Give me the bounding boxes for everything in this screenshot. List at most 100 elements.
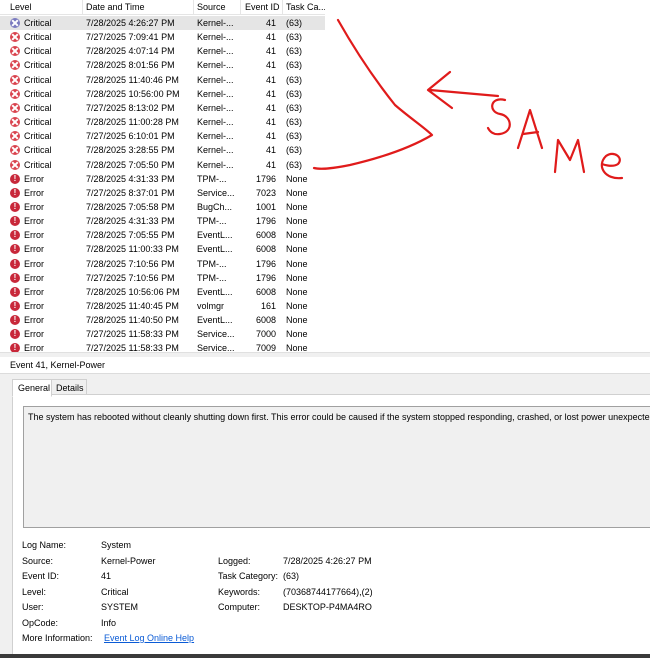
level-cell: Critical — [24, 102, 52, 113]
table-row[interactable]: Critical 7/28/2025 10:56:00 PM Kernel-... 4… — [0, 87, 325, 101]
table-row[interactable]: ! Error 7/27/2025 11:58:33 PM Service... 700… — [0, 341, 325, 352]
date-cell: 7/28/2025 4:07:14 PM — [86, 46, 175, 57]
computer-label: Computer: — [218, 602, 261, 612]
date-cell: 7/28/2025 4:31:33 PM — [86, 216, 175, 227]
table-row[interactable]: Critical 7/28/2025 3:28:55 PM Kernel-... 41… — [0, 143, 325, 157]
source-cell: Kernel-... — [197, 88, 234, 99]
error-icon: ! — [10, 343, 20, 352]
level-cell: Critical — [24, 117, 52, 128]
column-header-event-id[interactable]: Event ID — [245, 2, 280, 12]
level-cell: Error — [24, 230, 44, 241]
event-description: The system has rebooted without cleanly … — [28, 412, 650, 422]
column-header-date[interactable]: Date and Time — [86, 2, 145, 12]
table-row[interactable]: ! Error 7/28/2025 7:05:58 PM BugCh... 1001 No… — [0, 200, 325, 214]
date-cell: 7/27/2025 6:10:01 PM — [86, 131, 175, 142]
keywords-label: Keywords: — [218, 587, 261, 597]
event-id-cell: 6008 — [255, 244, 276, 255]
task-category-cell: None — [286, 216, 308, 227]
event-description-box[interactable]: The system has rebooted without cleanly … — [23, 406, 650, 528]
table-row[interactable]: ! Error 7/28/2025 11:00:33 PM EventL... 6008… — [0, 242, 325, 256]
table-row[interactable]: Critical 7/28/2025 7:05:50 PM Kernel-... 41… — [0, 158, 325, 172]
event-id-cell: 41 — [265, 117, 276, 128]
task-category-cell: None — [286, 343, 308, 352]
date-cell: 7/28/2025 4:26:27 PM — [86, 18, 175, 28]
column-header-level[interactable]: Level — [10, 2, 32, 12]
task-category-cell: None — [286, 301, 308, 311]
table-row[interactable]: ! Error 7/27/2025 11:58:33 PM Service... 700… — [0, 327, 325, 341]
level-cell: Error — [24, 244, 44, 255]
level-cell: Error — [24, 272, 44, 283]
logged-label: Logged: — [218, 556, 251, 566]
table-row[interactable]: ! Error 7/28/2025 10:56:06 PM EventL... 6008… — [0, 285, 325, 299]
error-icon: ! — [10, 286, 20, 297]
table-row[interactable]: ! Error 7/27/2025 7:10:56 PM TPM-... 1796 Non… — [0, 271, 325, 285]
task-category-cell: (63) — [286, 159, 303, 170]
date-cell: 7/28/2025 11:40:50 PM — [86, 315, 179, 326]
log-name-label: Log Name: — [22, 540, 67, 550]
level-cell: Error — [24, 329, 44, 340]
column-header-source[interactable]: Source — [197, 2, 226, 12]
date-cell: 7/28/2025 10:56:00 PM — [86, 88, 180, 99]
task-category-cell: None — [286, 173, 308, 184]
level-cell: Critical — [24, 131, 52, 142]
keywords-value: (70368744177664),(2) — [283, 587, 373, 597]
table-row[interactable]: Critical 7/27/2025 8:13:02 PM Kernel-... 41… — [0, 101, 325, 115]
task-category-cell: None — [286, 272, 308, 283]
event-id-cell: 1796 — [255, 272, 276, 283]
table-row[interactable]: Critical 7/28/2025 11:40:46 PM Kernel-... 4… — [0, 73, 325, 87]
source-cell: Service... — [197, 187, 235, 198]
level-cell: Error — [24, 216, 44, 227]
critical-icon — [10, 145, 20, 156]
task-category-value: (63) — [283, 571, 300, 581]
event-log-online-help-link[interactable]: Event Log Online Help — [104, 633, 194, 643]
table-row[interactable]: ! Error 7/28/2025 4:31:33 PM TPM-... 1796 Non… — [0, 172, 325, 186]
event-id-cell: 41 — [265, 131, 276, 142]
source-cell: EventL... — [197, 315, 233, 326]
table-row[interactable]: Critical 7/27/2025 6:10:01 PM Kernel-... 41… — [0, 129, 325, 143]
tab-general[interactable]: General — [12, 379, 52, 397]
table-row[interactable]: ! Error 7/28/2025 11:40:50 PM EventL... 6008… — [0, 313, 325, 327]
error-icon: ! — [10, 301, 20, 311]
date-cell: 7/28/2025 10:56:06 PM — [86, 286, 180, 297]
task-category-cell: None — [286, 187, 308, 198]
date-cell: 7/27/2025 11:58:33 PM — [86, 343, 179, 352]
task-category-cell: (63) — [286, 131, 303, 142]
table-row[interactable]: Critical 7/28/2025 4:26:27 PM Kernel-... 41… — [0, 16, 325, 30]
event-list[interactable]: Level Date and Time Source Event ID Task… — [0, 0, 325, 352]
source-cell: TPM-... — [197, 258, 227, 269]
source-cell: Kernel-... — [197, 46, 234, 57]
table-row[interactable]: ! Error 7/28/2025 7:10:56 PM TPM-... 1796 Non… — [0, 257, 325, 271]
task-category-cell: (63) — [286, 145, 303, 156]
source-cell: EventL... — [197, 230, 233, 241]
table-row[interactable]: ! Error 7/27/2025 8:37:01 PM Service... 7023… — [0, 186, 325, 200]
column-header-task-category[interactable]: Task Ca... — [286, 2, 325, 12]
source-cell: Kernel-... — [197, 117, 234, 128]
table-row[interactable]: Critical 7/28/2025 11:00:28 PM Kernel-... 4… — [0, 115, 325, 129]
table-row[interactable]: ! Error 7/28/2025 11:40:45 PM volmgr 161 None — [0, 299, 325, 313]
source-cell: Kernel-... — [197, 18, 234, 28]
level-cell: Error — [24, 315, 44, 326]
user-label: User: — [22, 602, 44, 612]
level-value: Critical — [101, 587, 129, 597]
date-cell: 7/28/2025 4:31:33 PM — [86, 173, 175, 184]
critical-icon — [10, 74, 20, 85]
level-cell: Error — [24, 187, 44, 198]
table-row[interactable]: Critical 7/28/2025 8:01:56 PM Kernel-... 41… — [0, 58, 325, 72]
table-row[interactable]: Critical 7/27/2025 7:09:41 PM Kernel-... 41… — [0, 30, 325, 44]
source-label: Source: — [22, 556, 54, 566]
task-category-cell: (63) — [286, 32, 303, 43]
level-cell: Error — [24, 173, 44, 184]
task-category-cell: (63) — [286, 102, 303, 113]
critical-icon — [10, 18, 20, 28]
level-cell: Error — [24, 343, 44, 352]
error-icon: ! — [10, 244, 20, 255]
event-id-cell: 1796 — [255, 173, 276, 184]
level-label: Level: — [22, 587, 47, 597]
table-row[interactable]: Critical 7/28/2025 4:07:14 PM Kernel-... 41… — [0, 44, 325, 58]
table-row[interactable]: ! Error 7/28/2025 4:31:33 PM TPM-... 1796 Non… — [0, 214, 325, 228]
task-category-cell: None — [286, 230, 308, 241]
event-detail-title: Event 41, Kernel-Power — [10, 360, 106, 370]
task-category-cell: (63) — [286, 117, 303, 128]
error-icon: ! — [10, 230, 20, 241]
table-row[interactable]: ! Error 7/28/2025 7:05:55 PM EventL... 6008 N… — [0, 228, 325, 242]
